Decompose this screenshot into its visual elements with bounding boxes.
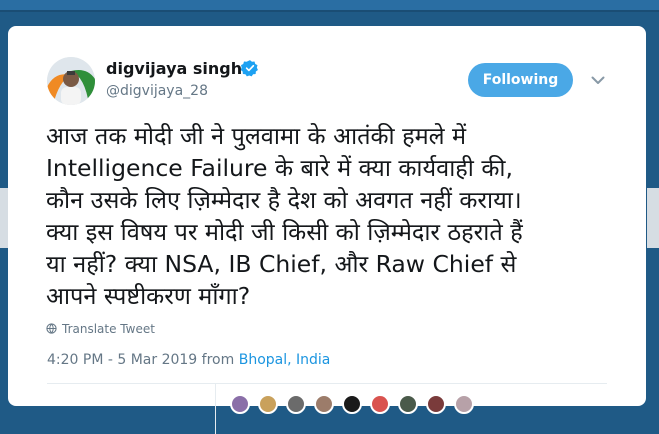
liker-avatar[interactable] (230, 394, 250, 414)
background-left-panel (0, 188, 8, 248)
metadata-divider (47, 383, 607, 384)
background-right-panel (647, 188, 659, 248)
background-divider (0, 10, 659, 12)
avatar[interactable] (47, 57, 95, 105)
verified-badge-icon (241, 60, 258, 77)
liker-avatar[interactable] (314, 394, 334, 414)
translate-label: Translate Tweet (62, 322, 155, 336)
liker-avatar[interactable] (454, 394, 474, 414)
author-name[interactable]: digvijaya singh (106, 59, 242, 78)
tweet-card: digvijaya singh @digvijaya_28 Following … (8, 26, 646, 434)
liker-avatar[interactable] (370, 394, 390, 414)
from-label: from (201, 352, 235, 368)
liker-avatar[interactable] (342, 394, 362, 414)
location-link[interactable]: Bhopal, India (239, 352, 331, 368)
globe-icon (46, 323, 57, 334)
tweet-timestamp[interactable]: 4:20 PM - 5 Mar 2019 (47, 352, 197, 368)
liker-avatar[interactable] (258, 394, 278, 414)
author-handle[interactable]: @digvijaya_28 (106, 83, 208, 99)
liker-avatar[interactable] (286, 394, 306, 414)
background-top-bar (0, 0, 659, 10)
stats-separator (215, 384, 216, 434)
avatar-image (47, 57, 95, 105)
following-button[interactable]: Following (468, 63, 573, 97)
tweet-text: आज तक मोदी जी ने पुलवामा के आतंकी हमले म… (46, 122, 523, 310)
tweet-metadata: 4:20 PM - 5 Mar 2019 from Bhopal, India (47, 352, 330, 368)
liker-avatar[interactable] (398, 394, 418, 414)
liker-avatar[interactable] (426, 394, 446, 414)
translate-tweet-link[interactable]: Translate Tweet (46, 322, 155, 336)
chevron-down-icon[interactable] (591, 75, 605, 85)
